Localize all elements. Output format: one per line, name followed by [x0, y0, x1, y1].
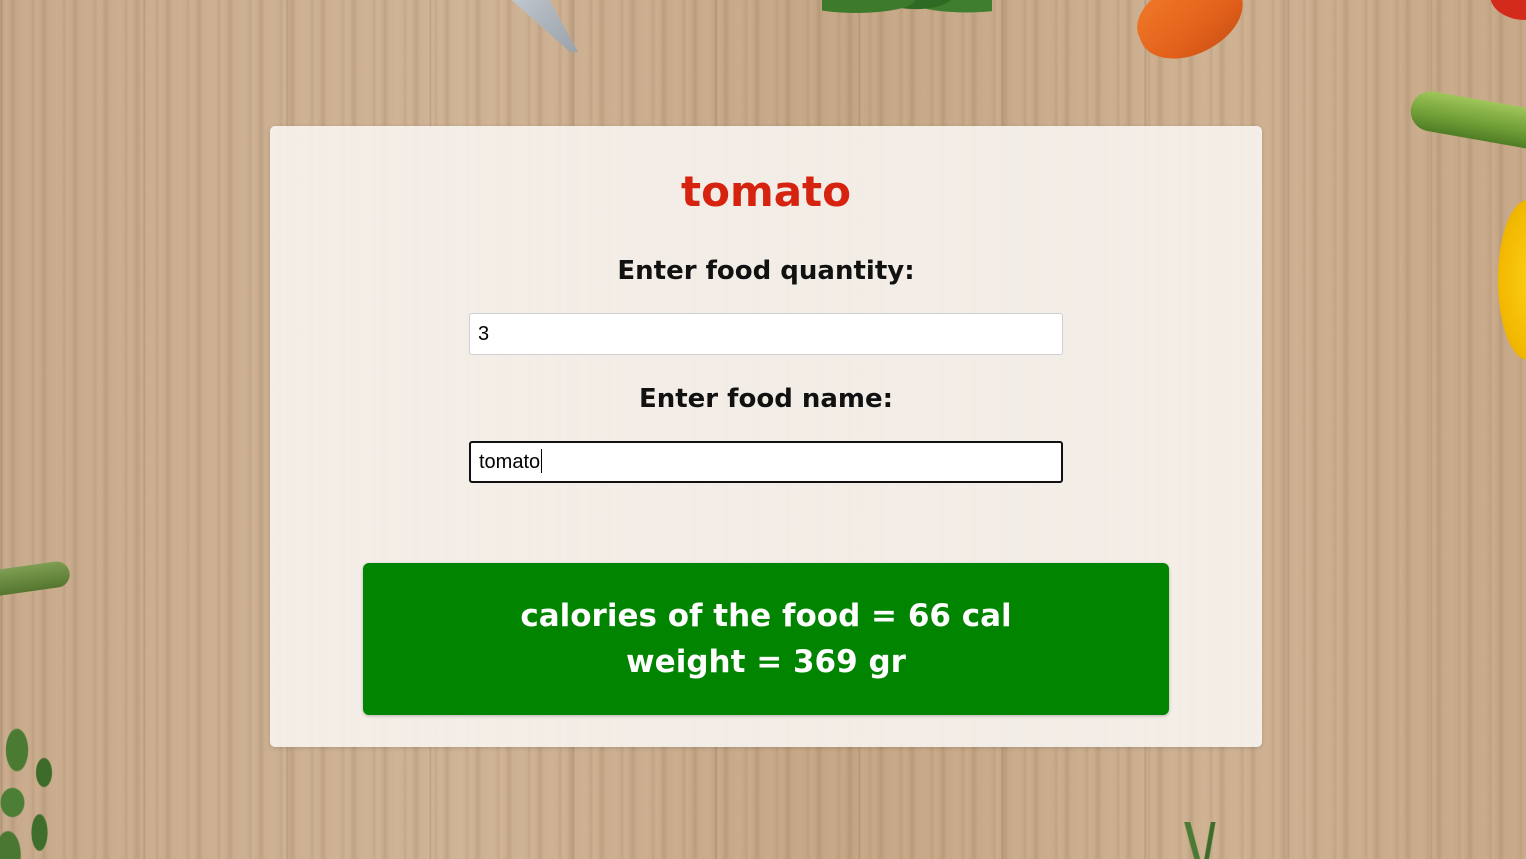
carrot-decoration — [1126, 0, 1256, 72]
text-caret — [541, 449, 543, 474]
yellow-pepper-decoration — [1498, 200, 1526, 360]
food-name-input[interactable]: tomato — [469, 441, 1063, 483]
food-name-label: Enter food name: — [638, 384, 894, 414]
zucchini-decoration-right — [1407, 88, 1526, 152]
calorie-calculator-card: tomato Enter food quantity: 3 Enter food… — [270, 126, 1262, 747]
zucchini-decoration-left — [0, 559, 72, 599]
result-panel: calories of the food = 66 cal weight = 3… — [363, 563, 1169, 715]
herb-decoration-bottom-right — [1140, 822, 1250, 859]
calories-result: calories of the food = 66 cal — [520, 598, 1012, 634]
quantity-label: Enter food quantity: — [617, 256, 915, 286]
herb-decoration-top — [822, 0, 992, 30]
food-name-input-value: tomato — [479, 451, 541, 473]
food-title: tomato — [681, 167, 851, 216]
quantity-input[interactable]: 3 — [469, 313, 1063, 355]
knife-decoration — [478, 0, 578, 52]
quantity-input-value: 3 — [478, 323, 490, 345]
tomato-decoration — [1490, 0, 1526, 20]
weight-result: weight = 369 gr — [626, 644, 906, 680]
herb-decoration-bottom-left — [0, 720, 80, 859]
